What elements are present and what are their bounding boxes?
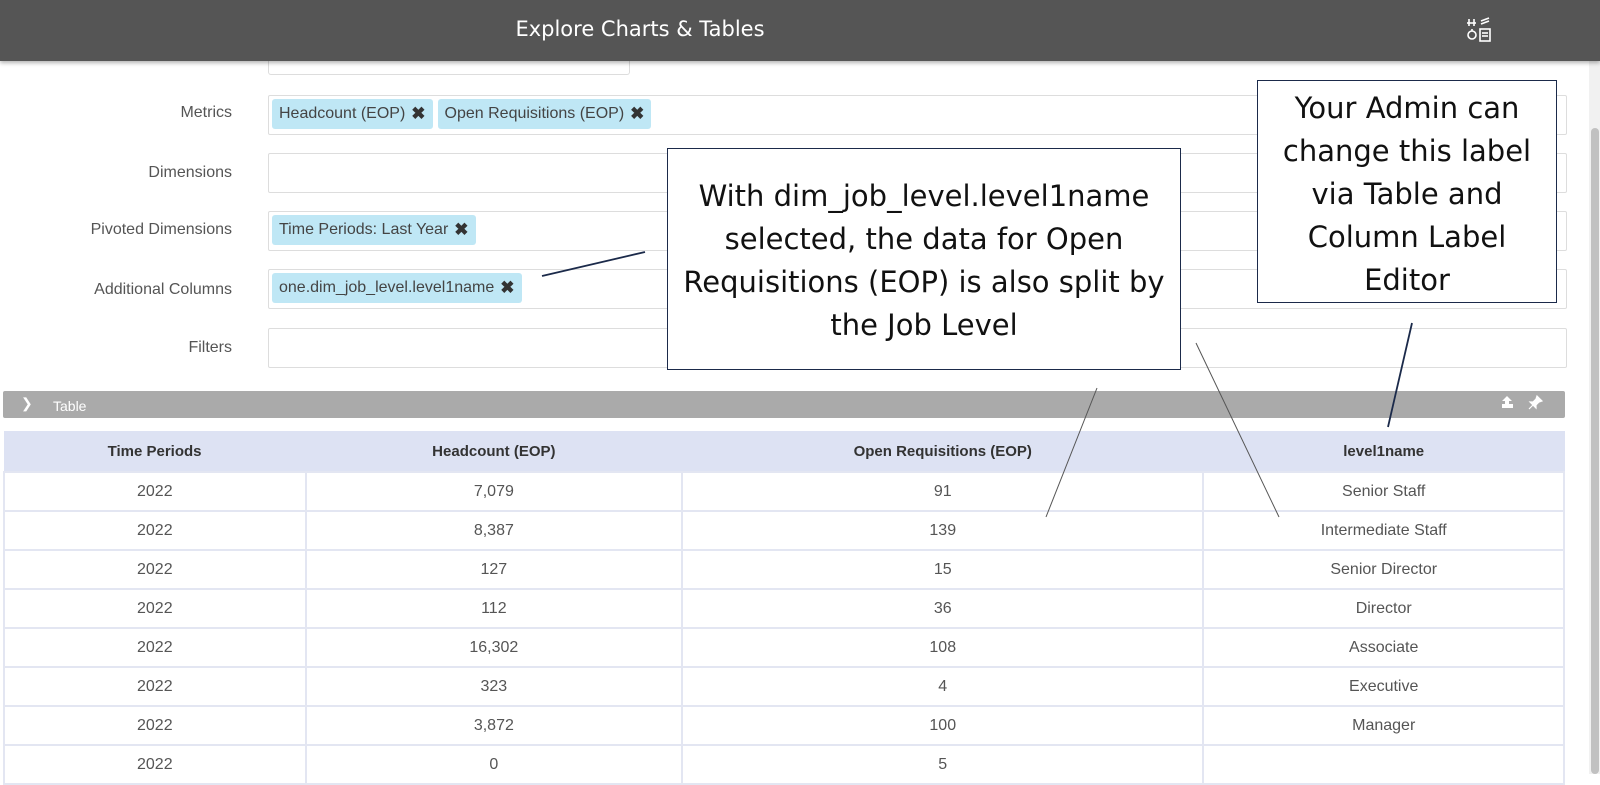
additional-columns-label: Additional Columns [94, 281, 232, 298]
column-header[interactable]: Time Periods [4, 431, 307, 472]
close-icon[interactable]: ✖ [454, 220, 468, 240]
settings-adjust-icon[interactable] [1465, 16, 1493, 44]
close-icon[interactable]: ✖ [411, 104, 425, 124]
annotation-callout-admin: Your Admin can change this label via Tab… [1257, 80, 1557, 303]
table-cell: 5 [681, 744, 1205, 785]
table-cell: 2022 [3, 705, 307, 746]
table-row[interactable]: 2022 8,387 139 Intermediate Staff [3, 510, 1565, 551]
table-cell: Intermediate Staff [1202, 510, 1565, 551]
chip-label: Time Periods: Last Year [279, 221, 449, 238]
column-header[interactable]: Open Requisitions (EOP) [682, 431, 1204, 472]
table-cell: 323 [304, 666, 684, 707]
table-cell: 2022 [3, 549, 307, 590]
table-cell: 127 [304, 549, 684, 590]
column-header[interactable]: Headcount (EOP) [305, 431, 683, 472]
callout-line: selected, the data for Open [724, 222, 1124, 256]
callout-line: With dim_job_level.level1name [698, 179, 1150, 213]
table-cell: 91 [681, 471, 1205, 512]
table-cell: 2022 [3, 471, 307, 512]
table-cell: 139 [681, 510, 1205, 551]
table-cell: 15 [681, 549, 1205, 590]
type-select-partial[interactable] [268, 60, 630, 75]
callout-line: Editor [1364, 263, 1450, 297]
table-cell: 16,302 [304, 627, 684, 668]
export-icon[interactable] [1500, 395, 1515, 414]
table-cell: Director [1202, 588, 1565, 629]
table-cell: 7,079 [304, 471, 684, 512]
table-row[interactable]: 2022 0 5 [3, 744, 1565, 785]
pivot-chip[interactable]: Time Periods: Last Year ✖ [272, 215, 476, 245]
metrics-label: Metrics [180, 104, 232, 121]
close-icon[interactable]: ✖ [500, 278, 514, 298]
chevron-down-icon[interactable]: ❯ [21, 395, 33, 412]
pin-icon[interactable] [1528, 394, 1544, 414]
table-row[interactable]: 2022 16,302 108 Associate [3, 627, 1565, 668]
table-cell: Executive [1202, 666, 1565, 707]
close-icon[interactable]: ✖ [630, 104, 644, 124]
table-cell: 3,872 [304, 705, 684, 746]
table-cell: 112 [304, 588, 684, 629]
filters-label: Filters [188, 339, 232, 356]
column-chip[interactable]: one.dim_job_level.level1name ✖ [272, 273, 522, 303]
panel-title: Table [53, 398, 87, 414]
table-header-row: Time Periods Headcount (EOP) Open Requis… [4, 431, 1565, 472]
table-cell: 36 [681, 588, 1205, 629]
table-row[interactable]: 2022 323 4 Executive [3, 666, 1565, 707]
annotation-callout-main: With dim_job_level.level1name selected, … [667, 148, 1181, 370]
table-row[interactable]: 2022 3,872 100 Manager [3, 705, 1565, 746]
metric-chip[interactable]: Open Requisitions (EOP) ✖ [437, 99, 652, 129]
chip-label: one.dim_job_level.level1name [279, 279, 495, 296]
table-cell: 100 [681, 705, 1205, 746]
callout-line: Column Label [1307, 220, 1507, 254]
pivoted-dimensions-label: Pivoted Dimensions [90, 221, 232, 238]
table-cell: 2022 [3, 744, 307, 785]
column-header[interactable]: level1name [1203, 431, 1565, 472]
table-cell: 2022 [3, 666, 307, 707]
table-cell: Associate [1202, 627, 1565, 668]
chip-label: Open Requisitions (EOP) [444, 105, 625, 122]
table-cell: 2022 [3, 510, 307, 551]
data-table: Time Periods Headcount (EOP) Open Requis… [3, 431, 1565, 785]
callout-line: change this label [1282, 134, 1532, 168]
table-cell: 4 [681, 666, 1205, 707]
metric-chip[interactable]: Headcount (EOP) ✖ [272, 99, 433, 129]
callout-line: the Job Level [830, 308, 1018, 342]
scrollbar-thumb[interactable] [1591, 128, 1599, 774]
table-cell: 2022 [3, 627, 307, 668]
table-panel-header[interactable]: ❯ Table [3, 391, 1565, 418]
table-row[interactable]: 2022 127 15 Senior Director [3, 549, 1565, 590]
chip-label: Headcount (EOP) [279, 105, 406, 122]
table-cell: 2022 [3, 588, 307, 629]
table-cell: Senior Director [1202, 549, 1565, 590]
table-cell: 0 [304, 744, 684, 785]
table-row[interactable]: 2022 7,079 91 Senior Staff [3, 471, 1565, 512]
callout-line: via Table and [1311, 177, 1503, 211]
callout-line: Requisitions (EOP) is also split by [683, 265, 1165, 299]
page-title: Explore Charts & Tables [515, 17, 765, 41]
dimensions-label: Dimensions [148, 164, 232, 181]
callout-line: Your Admin can [1294, 91, 1520, 125]
table-row[interactable]: 2022 112 36 Director [3, 588, 1565, 629]
table-cell [1202, 744, 1565, 785]
table-cell: Manager [1202, 705, 1565, 746]
table-cell: Senior Staff [1202, 471, 1565, 512]
table-cell: 108 [681, 627, 1205, 668]
app-header: Explore Charts & Tables [0, 0, 1600, 61]
table-cell: 8,387 [304, 510, 684, 551]
